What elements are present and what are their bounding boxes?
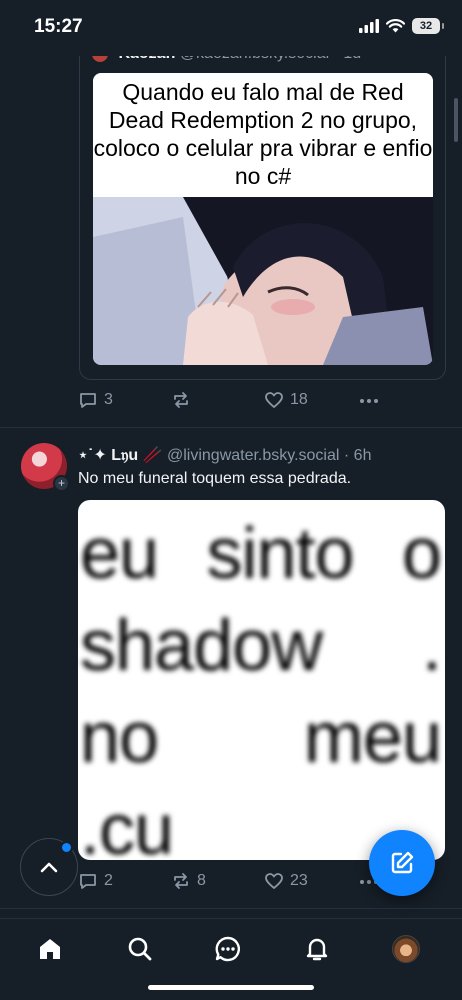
nav-profile[interactable]	[388, 931, 424, 967]
author-handle[interactable]: @livingwater.bsky.social	[167, 447, 339, 464]
blurred-image-text: eu sinto o shadow . no meu .cu	[78, 500, 445, 860]
follow-plus-icon[interactable]: +	[53, 475, 70, 492]
image-line: eu sinto o	[80, 514, 442, 594]
author-avatar[interactable]: +	[21, 443, 70, 492]
reply-count: 3	[104, 391, 113, 408]
post-image[interactable]: eu sinto o shadow . no meu .cu	[78, 500, 445, 860]
feed[interactable]: Kaozan @kaozan.bsky.social · 1d Quando e…	[0, 0, 462, 918]
status-bar: 15:27 32	[0, 0, 462, 56]
heart-icon	[265, 873, 283, 889]
new-posts-dot	[60, 841, 73, 854]
like-button[interactable]: 23	[264, 871, 308, 891]
repost-button[interactable]	[171, 390, 191, 410]
nav-chat[interactable]	[210, 931, 246, 967]
image-line: no meu	[80, 698, 442, 778]
signal-icon	[359, 19, 379, 33]
nav-search[interactable]	[122, 931, 158, 967]
profile-avatar	[392, 935, 420, 963]
quoted-post-card[interactable]: Kaozan @kaozan.bsky.social · 1d Quando e…	[79, 20, 446, 380]
nav-home[interactable]	[32, 931, 68, 967]
bell-icon	[306, 938, 328, 961]
chevron-up-icon	[40, 862, 58, 873]
reply-icon	[80, 874, 96, 889]
home-icon	[40, 939, 60, 959]
status-time: 15:27	[34, 16, 83, 37]
like-count: 23	[290, 872, 308, 889]
compose-button[interactable]	[369, 830, 435, 896]
heart-icon	[265, 392, 283, 408]
reply-icon	[80, 393, 96, 408]
battery-icon: 32	[412, 18, 444, 34]
post-divider	[0, 427, 462, 428]
nav-notifications[interactable]	[299, 931, 335, 967]
scroll-indicator[interactable]	[454, 98, 458, 142]
wifi-icon	[386, 19, 405, 33]
post1-actions: 3 18	[78, 390, 398, 414]
image-line: shadow .	[80, 606, 442, 686]
more-options-button[interactable]	[358, 390, 380, 410]
anime-girl-illustration	[93, 197, 433, 365]
ellipsis-icon	[360, 399, 378, 403]
reply-button[interactable]: 2	[78, 871, 113, 891]
status-icons: 32	[359, 18, 444, 34]
post-age: · 6h	[343, 447, 372, 464]
home-indicator	[148, 985, 314, 990]
repost-button[interactable]: 8	[171, 871, 206, 891]
reply-button[interactable]: 3	[78, 390, 113, 410]
repost-icon	[174, 392, 188, 408]
quoted-post-image[interactable]: Quando eu falo mal de Red Dead Redemptio…	[93, 73, 433, 365]
post-header: ⋆˙✦ L𝔶u 🥢 @livingwater.bsky.social · 6h	[78, 445, 371, 465]
meme-caption: Quando eu falo mal de Red Dead Redemptio…	[93, 73, 433, 197]
repost-count: 8	[197, 872, 206, 889]
search-icon	[128, 937, 152, 961]
author-name[interactable]: ⋆˙✦ L𝔶u 🥢	[78, 447, 163, 464]
post-text: No meu funeral toquem essa pedrada.	[78, 470, 352, 487]
post-divider	[0, 908, 462, 909]
compose-icon	[391, 851, 414, 874]
post2-actions: 2 8 23	[78, 871, 398, 895]
chat-icon	[215, 936, 240, 962]
like-button[interactable]: 18	[264, 390, 308, 410]
reply-count: 2	[104, 872, 113, 889]
repost-icon	[174, 873, 188, 889]
like-count: 18	[290, 391, 308, 408]
